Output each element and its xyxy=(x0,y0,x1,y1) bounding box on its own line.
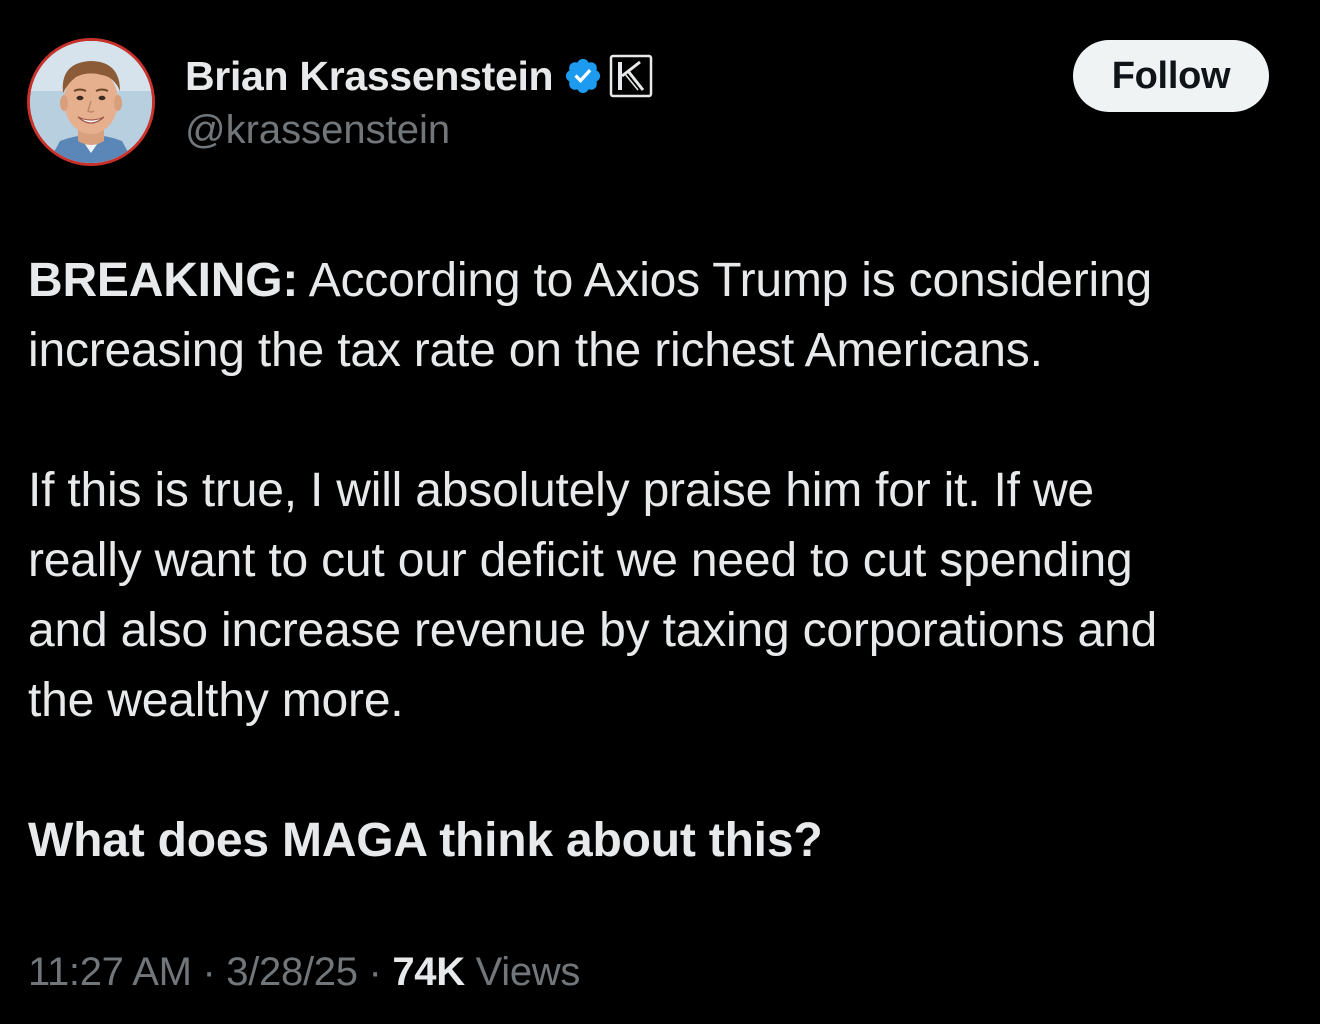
avatar[interactable] xyxy=(27,38,155,166)
views-count[interactable]: 74K xyxy=(392,950,465,994)
meta-separator: · xyxy=(357,950,393,994)
author-display-name[interactable]: Brian Krassenstein xyxy=(185,53,554,100)
breaking-label: BREAKING: xyxy=(28,254,299,307)
tweet-text: BREAKING: According to Axios Trump is co… xyxy=(28,246,1288,876)
tweet-line: really want to cut our deficit we need t… xyxy=(28,534,1133,587)
follow-button[interactable]: Follow xyxy=(1073,40,1269,112)
verified-badge-icon[interactable] xyxy=(563,56,603,96)
author-name-row: Brian Krassenstein xyxy=(185,52,653,100)
tweet-line: the wealthy more. xyxy=(28,674,404,727)
tweet-line: increasing the tax rate on the richest A… xyxy=(28,324,1043,377)
views-label: Views xyxy=(464,950,581,994)
meta-separator: · xyxy=(191,950,227,994)
tweet-line: BREAKING: According to Axios Trump is co… xyxy=(28,246,1288,316)
affiliate-k-badge-icon[interactable] xyxy=(609,54,653,98)
tweet-card: Brian Krassenstein @krassenstein Follow … xyxy=(0,0,1320,1024)
tweet-question: What does MAGA think about this? xyxy=(28,814,823,867)
tweet-time[interactable]: 11:27 AM xyxy=(28,950,192,994)
avatar-photo-icon xyxy=(30,41,152,163)
tweet-meta: 11:27 AM · 3/28/25 · 74K Views xyxy=(28,950,580,995)
tweet-date[interactable]: 3/28/25 xyxy=(226,950,358,994)
tweet-line-text: According to Axios Trump is considering xyxy=(298,254,1152,307)
tweet-line: If this is true, I will absolutely prais… xyxy=(28,464,1094,517)
tweet-line: and also increase revenue by taxing corp… xyxy=(28,604,1157,657)
author-handle[interactable]: @krassenstein xyxy=(185,108,450,153)
